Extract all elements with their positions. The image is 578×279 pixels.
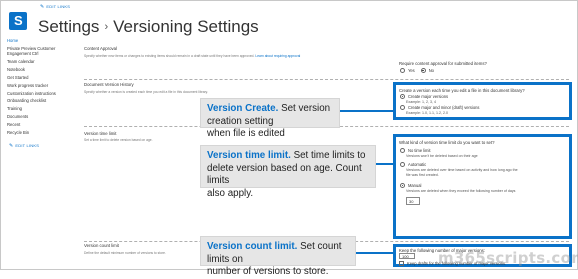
- automatic-sub-1: Versions are deleted over time based on …: [406, 168, 518, 172]
- version-history-title: Document Version History: [84, 82, 134, 87]
- approval-no-radio[interactable]: [420, 68, 426, 73]
- callout-connector: [350, 252, 394, 254]
- automatic-sub-2: file was first created.: [406, 173, 439, 177]
- major-example: Example: 1, 2, 3, 4: [406, 100, 436, 104]
- content-approval-title: Content Approval: [84, 46, 117, 51]
- time-limit-callout: Version time limit. Set time limits to d…: [200, 145, 376, 199]
- settings-breadcrumb[interactable]: Settings: [38, 17, 99, 36]
- time-limit-desc: Set a time limit to delete version based…: [84, 138, 153, 142]
- nav-item-recent[interactable]: Recent: [7, 121, 69, 129]
- pencil-icon: ✎: [40, 4, 45, 10]
- automatic-option: Automatic: [400, 162, 426, 167]
- count-limit-desc: Define the default minimum number of ver…: [84, 251, 166, 255]
- create-minor-option: Create major and minor (draft) versions: [400, 105, 479, 110]
- time-limit-title: Version time limit: [84, 131, 117, 136]
- count-limit-title: Version count limit: [84, 243, 119, 248]
- content-approval-desc: Specify whether new items or changes to …: [84, 54, 301, 58]
- approval-options: Yes No: [400, 68, 434, 73]
- nav-edit-links[interactable]: ✎ EDIT LINKS: [9, 143, 39, 149]
- breadcrumb-separator: ›: [104, 21, 109, 33]
- nav-item-notebook[interactable]: Notebook: [7, 66, 69, 74]
- no-time-limit-option: No time limit: [400, 148, 431, 153]
- nav-item-engagement[interactable]: Engagement Ctrl: [7, 51, 69, 56]
- sharepoint-logo-icon[interactable]: S: [9, 12, 27, 30]
- time-limit-question: What kind of version time limit do you w…: [399, 140, 495, 145]
- approval-yes-radio[interactable]: [400, 68, 405, 73]
- version-create-question: Create a version each time you edit a fi…: [399, 88, 525, 93]
- callout-connector: [334, 110, 394, 112]
- nav-item-documents[interactable]: Documents: [7, 113, 69, 121]
- version-history-desc: Specify whether a version is created eac…: [84, 90, 208, 94]
- no-time-limit-radio[interactable]: [400, 148, 405, 153]
- automatic-radio[interactable]: [400, 162, 405, 167]
- nav-item-home[interactable]: Home: [7, 37, 69, 45]
- days-input[interactable]: 30: [406, 197, 420, 205]
- nav-item-get-started[interactable]: Get Started: [7, 74, 69, 82]
- approval-question: Require content approval for submitted i…: [399, 61, 487, 66]
- page-title: Settings › Versioning Settings: [38, 17, 259, 37]
- section-divider: [84, 79, 569, 80]
- watermark: m365scripts.com: [438, 249, 578, 267]
- learn-approval-link[interactable]: Learn about requiring approval: [255, 54, 300, 58]
- manual-sub: Versions are deleted when they exceed th…: [406, 189, 516, 193]
- nav-item-recycle-bin[interactable]: Recycle Bin: [7, 129, 69, 137]
- version-create-callout: Version Create. Set version creation set…: [200, 98, 340, 139]
- pencil-icon: ✎: [9, 143, 14, 149]
- nav-item-team-calendar[interactable]: Team calendar: [7, 58, 69, 66]
- no-time-limit-sub: Versions won't be deleted based on their…: [406, 154, 478, 158]
- manual-option: Manual: [400, 183, 421, 188]
- nav-item-training[interactable]: Training: [7, 105, 69, 113]
- nav-item-customization[interactable]: Customization instructions: [7, 90, 69, 98]
- left-nav: Home Private Preview Customer Engagement…: [7, 37, 69, 137]
- major-count-input[interactable]: 100: [399, 253, 415, 259]
- manual-radio[interactable]: [400, 183, 405, 188]
- create-major-radio[interactable]: [400, 94, 405, 99]
- top-edit-links[interactable]: ✎ EDIT LINKS: [40, 4, 70, 10]
- count-limit-callout: Version count limit. Set count limits on…: [200, 236, 356, 277]
- nav-item-work-progress[interactable]: Work progress tracker: [7, 82, 69, 90]
- versioning-settings-title: Versioning Settings: [113, 17, 259, 36]
- create-major-option: Create major versions: [400, 94, 448, 99]
- keep-drafts-checkbox[interactable]: [399, 261, 404, 266]
- create-minor-radio[interactable]: [400, 105, 405, 110]
- nav-item-onboarding[interactable]: Onboarding checklist: [7, 97, 69, 105]
- minor-example: Example: 1.0, 1.1, 1.2, 2.0: [406, 111, 448, 115]
